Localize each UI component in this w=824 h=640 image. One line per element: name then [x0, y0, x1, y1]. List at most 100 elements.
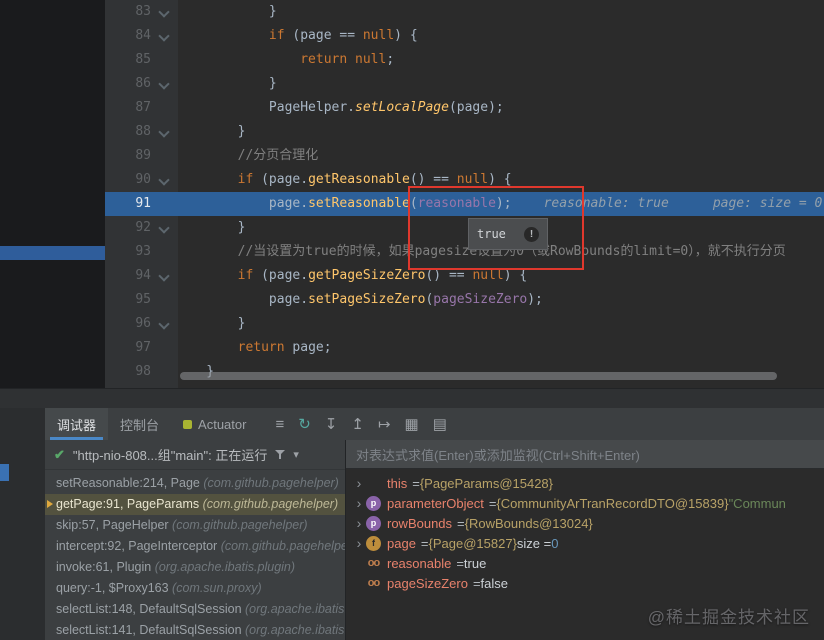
- code-line: 84 if (page == null) {: [105, 24, 824, 48]
- frame-row[interactable]: intercept:92, PageInterceptor (com.githu…: [45, 536, 345, 557]
- gutter-fold-area[interactable]: [151, 216, 175, 240]
- line-number[interactable]: 85: [105, 48, 151, 72]
- frame-row[interactable]: selectList:141, DefaultSqlSession (org.a…: [45, 620, 345, 640]
- line-number[interactable]: 96: [105, 312, 151, 336]
- line-number[interactable]: 97: [105, 336, 151, 360]
- stripe-selection-indicator: [0, 464, 9, 481]
- gutter-fold-area[interactable]: [151, 72, 175, 96]
- fold-marker-icon[interactable]: [158, 78, 170, 90]
- info-icon[interactable]: !: [524, 226, 539, 242]
- left-panel-selection-bar: [0, 246, 105, 260]
- code-text: }: [175, 316, 246, 331]
- horizontal-scrollbar[interactable]: [180, 372, 777, 380]
- expand-chevron-icon[interactable]: ›: [352, 534, 366, 552]
- line-number[interactable]: 87: [105, 96, 151, 120]
- code-text: if (page == null) {: [268, 28, 418, 43]
- line-number[interactable]: 91: [105, 192, 151, 216]
- variables-list: › this = {PageParams@15428} › p parameterObje…: [346, 469, 824, 593]
- frame-row[interactable]: query:-1, $Proxy163 (com.sun.proxy): [45, 578, 345, 599]
- tooltip-value: true: [477, 227, 506, 241]
- inline-debugger-hint: page: size = 0: [712, 196, 823, 211]
- evaluate-expression-input[interactable]: 对表达式求值(Enter)或添加监视(Ctrl+Shift+Enter): [346, 440, 824, 469]
- debug-tabs: 调试器 控制台 Actuator: [45, 408, 258, 440]
- code-line: 96 }: [105, 312, 824, 336]
- tab-debugger[interactable]: 调试器: [45, 408, 109, 440]
- step-up-icon[interactable]: ↥: [351, 415, 364, 433]
- variable-row[interactable]: › f page = {Page@15827} size = 0: [346, 533, 824, 553]
- run-to-line-icon[interactable]: ↦: [378, 415, 391, 433]
- frame-row[interactable]: skip:57, PageHelper (com.github.pagehelp…: [45, 515, 345, 536]
- code-editor[interactable]: 83 } 84 if (page == null) {85 return null…: [0, 0, 824, 388]
- filter-funnel-icon[interactable]: [275, 449, 286, 460]
- grid-view-icon[interactable]: ▦: [405, 415, 419, 433]
- frames-list: setReasonable:214, Page (com.github.page…: [45, 470, 345, 640]
- gutter-fold-area: [151, 144, 175, 168]
- gutter-fold-area: [151, 48, 175, 72]
- line-number[interactable]: 95: [105, 288, 151, 312]
- variable-row[interactable]: oo reasonable = true: [346, 553, 824, 573]
- code-text: page.setPageSizeZero(pageSizeZero);: [175, 292, 543, 307]
- frame-row[interactable]: setReasonable:214, Page (com.github.page…: [45, 473, 345, 494]
- gutter-fold-area[interactable]: [151, 0, 175, 24]
- code-text: //分页合理化: [237, 148, 319, 163]
- code-text: return null;: [300, 52, 395, 67]
- variable-row[interactable]: oo pageSizeZero = false: [346, 573, 824, 593]
- fold-marker-icon[interactable]: [158, 6, 170, 18]
- line-number[interactable]: 93: [105, 240, 151, 264]
- fold-marker-icon[interactable]: [158, 30, 170, 42]
- tab-actuator[interactable]: Actuator: [171, 408, 258, 440]
- line-number[interactable]: 88: [105, 120, 151, 144]
- gutter-fold-area[interactable]: [151, 312, 175, 336]
- code-line: 86 }: [105, 72, 824, 96]
- code-text: }: [175, 220, 246, 235]
- layout-view-icon[interactable]: ▤: [433, 415, 447, 433]
- panel-separator[interactable]: [0, 388, 824, 409]
- variable-row[interactable]: › this = {PageParams@15428}: [346, 473, 824, 493]
- fold-marker-icon[interactable]: [158, 222, 170, 234]
- variable-row[interactable]: › p rowBounds = {RowBounds@13024}: [346, 513, 824, 533]
- view-menu-icon[interactable]: ≡: [275, 416, 284, 433]
- frame-row[interactable]: getPage:91, PageParams (com.github.pageh…: [45, 494, 345, 515]
- line-number[interactable]: 84: [105, 24, 151, 48]
- thread-selector[interactable]: ✔ "http-nio-808...组"main": 正在运行 ▾: [45, 440, 345, 470]
- rerun-icon[interactable]: ↻: [298, 415, 311, 433]
- line-number[interactable]: 90: [105, 168, 151, 192]
- fold-marker-icon[interactable]: [158, 174, 170, 186]
- line-number[interactable]: 86: [105, 72, 151, 96]
- expand-chevron-icon[interactable]: ›: [352, 494, 366, 512]
- expand-chevron-icon[interactable]: ›: [352, 514, 366, 532]
- code-line: 83 }: [105, 0, 824, 24]
- gutter-fold-area: [151, 96, 175, 120]
- watch-icon: oo: [367, 577, 380, 589]
- gutter-fold-area[interactable]: [151, 24, 175, 48]
- code-text: return page;: [237, 340, 332, 355]
- expand-chevron-icon[interactable]: ›: [352, 474, 366, 492]
- debugger-value-tooltip: true !: [468, 218, 548, 250]
- execution-pointer-icon: [47, 500, 53, 508]
- frame-row[interactable]: invoke:61, Plugin (org.apache.ibatis.plu…: [45, 557, 345, 578]
- code-text: }: [175, 4, 277, 19]
- fold-marker-icon[interactable]: [158, 270, 170, 282]
- evaluate-placeholder: 对表达式求值(Enter)或添加监视(Ctrl+Shift+Enter): [356, 447, 640, 463]
- line-number[interactable]: 89: [105, 144, 151, 168]
- gutter-fold-area[interactable]: [151, 120, 175, 144]
- fold-marker-icon[interactable]: [158, 126, 170, 138]
- line-number[interactable]: 98: [105, 360, 151, 384]
- ide-window: 83 } 84 if (page == null) {85 return null…: [0, 0, 824, 640]
- gutter-fold-area: [151, 336, 175, 360]
- tab-console[interactable]: 控制台: [108, 408, 171, 440]
- step-down-icon[interactable]: ↧: [325, 415, 338, 433]
- line-number[interactable]: 83: [105, 0, 151, 24]
- fold-marker-icon[interactable]: [158, 318, 170, 330]
- line-number[interactable]: 94: [105, 264, 151, 288]
- gutter-fold-area: [151, 360, 175, 384]
- line-number[interactable]: 92: [105, 216, 151, 240]
- variable-row[interactable]: › p parameterObject = {CommunityArTranRecor…: [346, 493, 824, 513]
- gutter-fold-area: [151, 192, 175, 216]
- gutter-fold-area: [151, 288, 175, 312]
- frame-row[interactable]: selectList:148, DefaultSqlSession (org.a…: [45, 599, 345, 620]
- gutter-fold-area[interactable]: [151, 168, 175, 192]
- gutter-fold-area[interactable]: [151, 264, 175, 288]
- debug-toolwindow-header: 调试器 控制台 Actuator ≡ ↻ ↧ ↥ ↦ ▦ ▤: [45, 408, 824, 441]
- thread-dropdown-caret-icon[interactable]: ▾: [293, 448, 299, 461]
